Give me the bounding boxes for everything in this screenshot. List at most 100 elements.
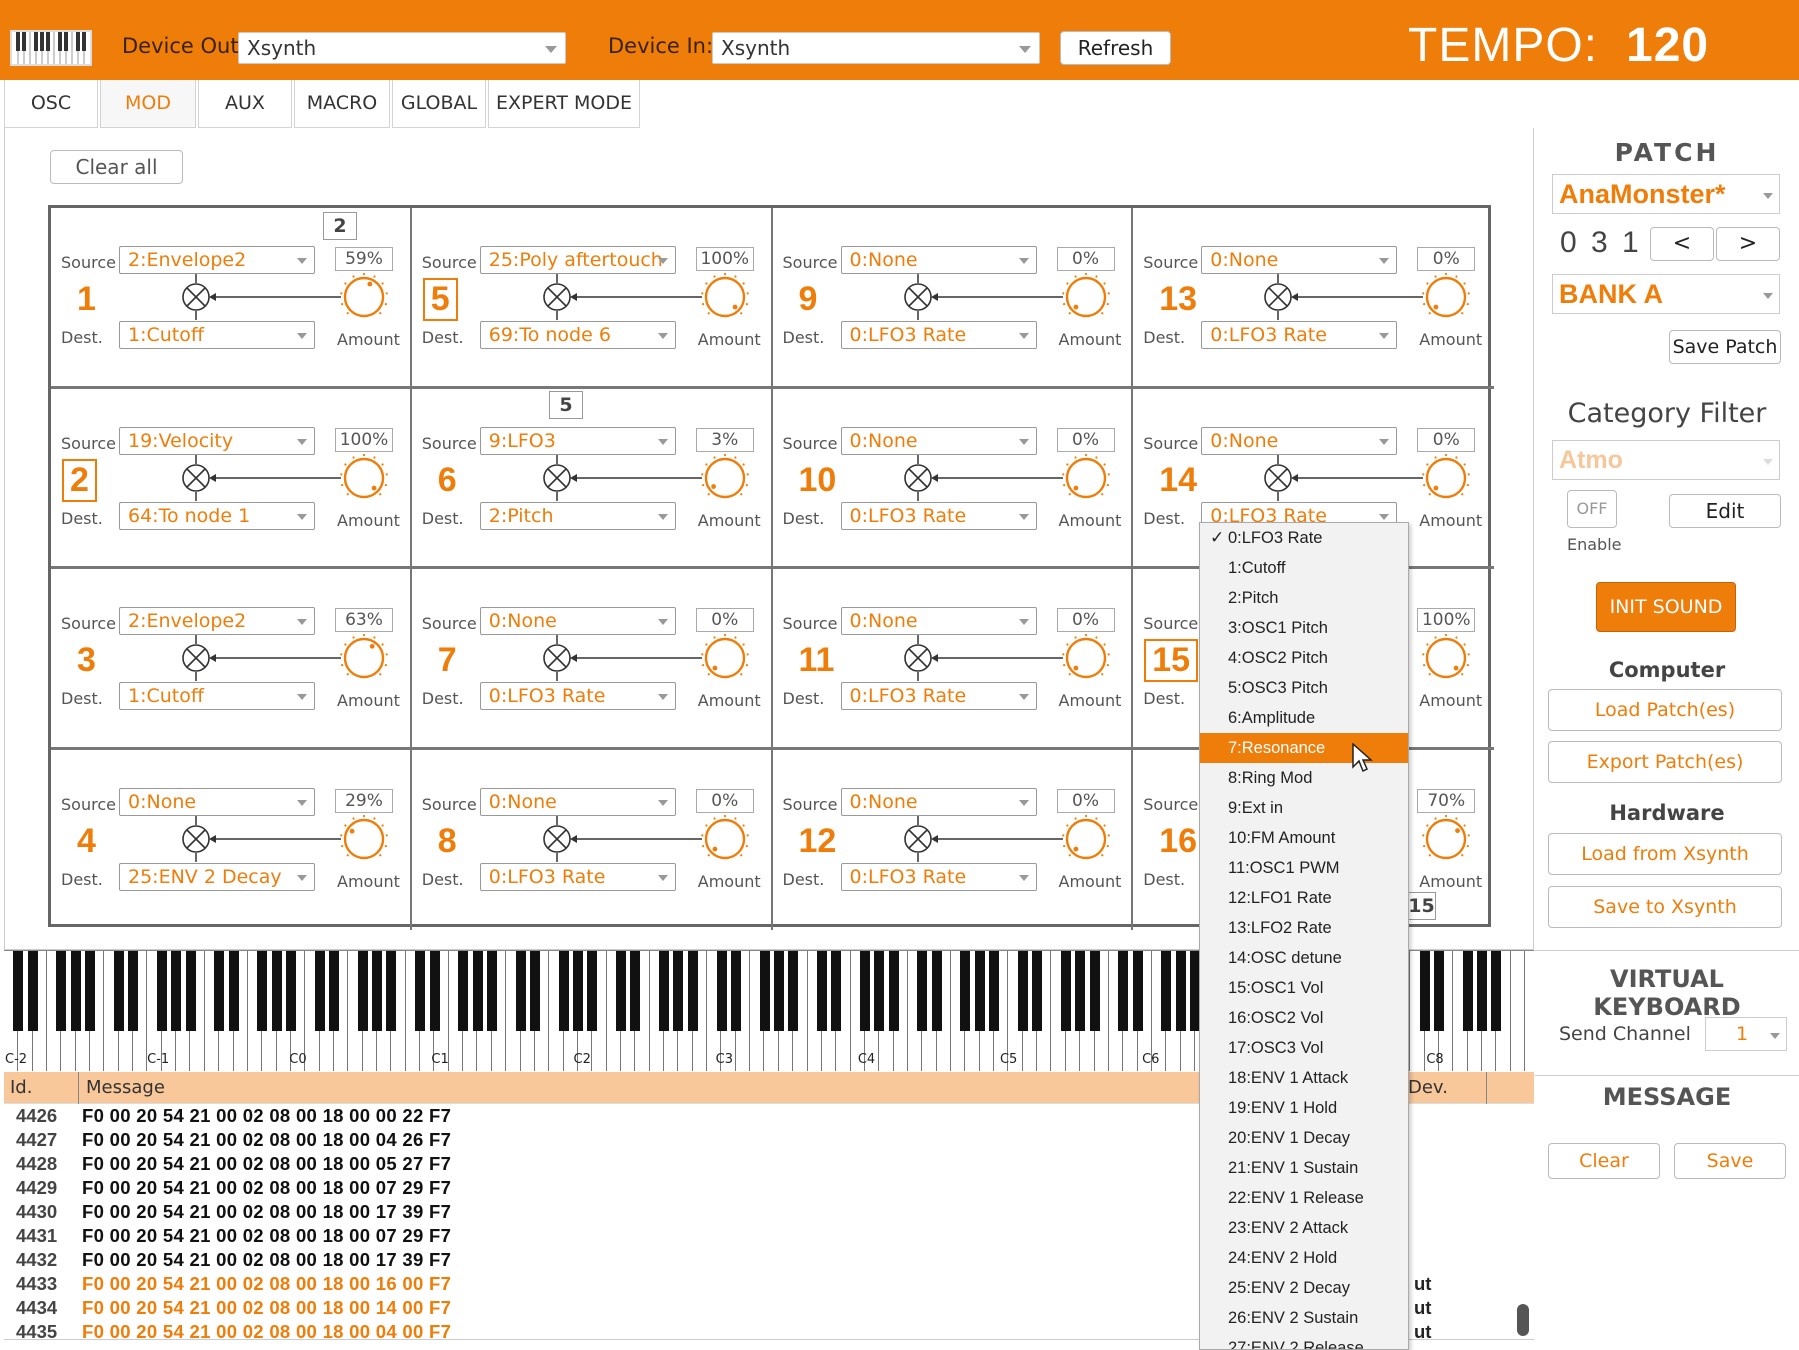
dropdown-option[interactable]: 27:ENV 2 Release xyxy=(1200,1333,1408,1349)
black-key[interactable] xyxy=(716,951,727,1031)
black-key[interactable] xyxy=(515,951,526,1031)
black-key[interactable] xyxy=(759,951,770,1031)
tab-osc[interactable]: OSC xyxy=(4,80,98,128)
dropdown-option[interactable]: 1:Cutoff xyxy=(1200,553,1408,583)
black-key[interactable] xyxy=(357,951,368,1031)
amount-knob[interactable] xyxy=(1061,272,1111,322)
black-key[interactable] xyxy=(429,951,440,1031)
dropdown-option[interactable]: 10:FM Amount xyxy=(1200,823,1408,853)
black-key[interactable] xyxy=(415,951,426,1031)
black-key[interactable] xyxy=(1161,951,1172,1031)
black-key[interactable] xyxy=(458,951,469,1031)
black-key[interactable] xyxy=(1477,951,1488,1031)
black-key[interactable] xyxy=(860,951,870,1031)
dropdown-option[interactable]: 9:Ext in xyxy=(1200,793,1408,823)
category-enable-toggle[interactable]: OFF xyxy=(1567,490,1617,528)
dropdown-option[interactable]: 3:OSC1 Pitch xyxy=(1200,613,1408,643)
dropdown-option[interactable]: 22:ENV 1 Release xyxy=(1200,1183,1408,1213)
dest-select[interactable]: 0:LFO3 Rate xyxy=(840,501,1037,530)
tab-aux[interactable]: AUX xyxy=(198,80,292,128)
dropdown-option[interactable]: 25:ENV 2 Decay xyxy=(1200,1273,1408,1303)
black-key[interactable] xyxy=(372,951,383,1031)
amount-knob[interactable] xyxy=(1061,814,1111,864)
black-key[interactable] xyxy=(1075,951,1086,1031)
bank-select[interactable]: BANK A xyxy=(1552,274,1780,314)
tab-expert-mode[interactable]: EXPERT MODE xyxy=(488,80,640,128)
category-edit-button[interactable]: Edit xyxy=(1669,494,1781,528)
black-key[interactable] xyxy=(314,951,325,1031)
dropdown-option[interactable]: 12:LFO1 Rate xyxy=(1200,883,1408,913)
dropdown-option[interactable]: 18:ENV 1 Attack xyxy=(1200,1063,1408,1093)
black-key[interactable] xyxy=(386,951,397,1031)
black-key[interactable] xyxy=(974,951,985,1031)
black-key[interactable] xyxy=(156,951,167,1031)
black-key[interactable] xyxy=(56,951,67,1031)
source-select[interactable]: 25:Poly aftertouch xyxy=(479,246,676,274)
save-to-xsynth-button[interactable]: Save to Xsynth xyxy=(1548,886,1782,928)
dropdown-option[interactable]: 8:Ring Mod xyxy=(1200,763,1408,793)
log-scrollbar-thumb[interactable] xyxy=(1517,1304,1529,1336)
amount-knob[interactable] xyxy=(339,633,389,683)
dropdown-option[interactable]: 15:OSC1 Vol xyxy=(1200,973,1408,1003)
black-key[interactable] xyxy=(1017,951,1028,1031)
dropdown-option[interactable]: 23:ENV 2 Attack xyxy=(1200,1213,1408,1243)
black-key[interactable] xyxy=(185,951,196,1031)
black-key[interactable] xyxy=(1462,951,1473,1031)
black-key[interactable] xyxy=(773,951,784,1031)
source-select[interactable]: 0:None xyxy=(119,787,315,816)
load-from-xsynth-button[interactable]: Load from Xsynth xyxy=(1548,833,1782,875)
source-select[interactable]: 0:None xyxy=(1201,246,1398,274)
init-sound-button[interactable]: INIT SOUND xyxy=(1596,582,1736,632)
black-key[interactable] xyxy=(1089,951,1100,1031)
black-key[interactable] xyxy=(831,951,842,1031)
send-channel-select[interactable]: 1 xyxy=(1705,1017,1787,1051)
amount-knob[interactable] xyxy=(339,272,389,322)
amount-knob[interactable] xyxy=(1421,633,1471,683)
dest-select[interactable]: 64:To node 1 xyxy=(119,501,315,530)
black-key[interactable] xyxy=(486,951,497,1031)
source-select[interactable]: 0:None xyxy=(840,607,1037,635)
black-key[interactable] xyxy=(587,951,598,1031)
dropdown-option[interactable]: 26:ENV 2 Sustain xyxy=(1200,1303,1408,1333)
amount-knob[interactable] xyxy=(1421,814,1471,864)
dropdown-option[interactable]: 19:ENV 1 Hold xyxy=(1200,1093,1408,1123)
dropdown-option[interactable]: ✓ 0:LFO3 Rate xyxy=(1200,523,1408,553)
source-select[interactable]: 19:Velocity xyxy=(119,426,315,455)
prev-patch-button[interactable]: < xyxy=(1650,227,1714,261)
tab-mod[interactable]: MOD xyxy=(100,80,196,128)
device-in-select[interactable]: Xsynth xyxy=(712,32,1040,64)
dest-select[interactable]: 0:LFO3 Rate xyxy=(1201,321,1398,349)
black-key[interactable] xyxy=(816,951,827,1031)
black-key[interactable] xyxy=(85,951,96,1031)
dest-select[interactable]: 25:ENV 2 Decay xyxy=(119,862,315,891)
black-key[interactable] xyxy=(616,951,627,1031)
black-key[interactable] xyxy=(128,951,139,1031)
dropdown-option[interactable]: 17:OSC3 Vol xyxy=(1200,1033,1408,1063)
black-key[interactable] xyxy=(630,951,641,1031)
black-key[interactable] xyxy=(286,951,296,1031)
dest-select[interactable]: 1:Cutoff xyxy=(119,321,315,349)
dropdown-option[interactable]: 5:OSC3 Pitch xyxy=(1200,673,1408,703)
amount-knob[interactable] xyxy=(1061,633,1111,683)
source-select[interactable]: 2:Envelope2 xyxy=(119,246,315,274)
dropdown-option[interactable]: 4:OSC2 Pitch xyxy=(1200,643,1408,673)
amount-knob[interactable] xyxy=(700,814,750,864)
dropdown-option[interactable]: 16:OSC2 Vol xyxy=(1200,1003,1408,1033)
tab-global[interactable]: GLOBAL xyxy=(392,80,486,128)
black-key[interactable] xyxy=(687,951,698,1031)
black-key[interactable] xyxy=(558,951,569,1031)
message-save-button[interactable]: Save xyxy=(1674,1143,1786,1179)
black-key[interactable] xyxy=(659,951,670,1031)
black-key[interactable] xyxy=(931,951,942,1031)
black-key[interactable] xyxy=(788,951,799,1031)
amount-knob[interactable] xyxy=(339,814,389,864)
black-key[interactable] xyxy=(1434,951,1444,1031)
source-select[interactable]: 0:None xyxy=(1201,426,1398,455)
source-select[interactable]: 9:LFO3 xyxy=(479,426,676,455)
dropdown-option[interactable]: 20:ENV 1 Decay xyxy=(1200,1123,1408,1153)
white-key[interactable] xyxy=(1510,951,1526,1071)
source-select[interactable]: 0:None xyxy=(840,426,1037,455)
dropdown-option[interactable]: 21:ENV 1 Sustain xyxy=(1200,1153,1408,1183)
black-key[interactable] xyxy=(1132,951,1143,1031)
black-key[interactable] xyxy=(1491,951,1502,1031)
